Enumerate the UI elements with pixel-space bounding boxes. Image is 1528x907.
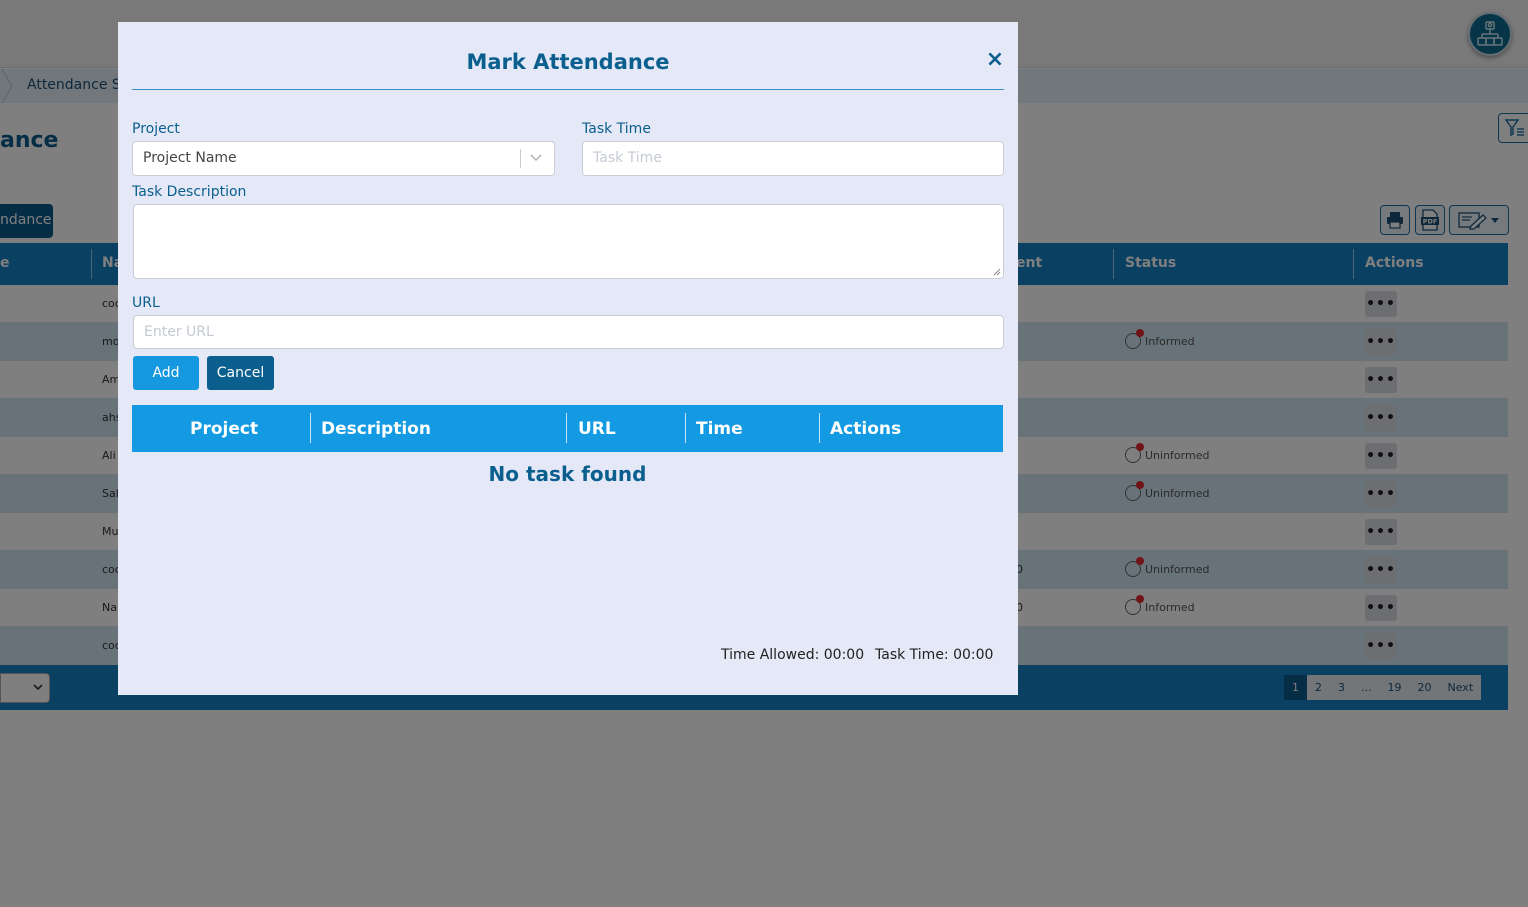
column-divider xyxy=(685,413,686,443)
url-placeholder: Enter URL xyxy=(144,324,214,340)
task-description-textarea[interactable] xyxy=(133,204,1004,279)
task-time-total: Task Time: 00:00 xyxy=(875,647,994,663)
chevron-down-icon[interactable] xyxy=(529,149,543,167)
task-table-header: Project Description URL Time Actions xyxy=(132,405,1003,452)
column-divider xyxy=(819,413,820,443)
mark-attendance-modal: Mark Attendance × Project Project Name T… xyxy=(118,22,1018,695)
column-divider xyxy=(566,413,567,443)
select-divider xyxy=(520,149,521,168)
empty-state-message: No task found xyxy=(488,462,647,486)
column-header-time[interactable]: Time xyxy=(696,419,743,439)
project-label: Project xyxy=(132,121,180,137)
task-description-label: Task Description xyxy=(132,184,247,200)
url-label: URL xyxy=(132,295,160,311)
add-task-button[interactable]: Add xyxy=(133,356,199,390)
column-header-description[interactable]: Description xyxy=(321,419,431,439)
time-allowed-total: Time Allowed: 00:00 xyxy=(721,647,865,663)
project-select-value: Project Name xyxy=(143,150,237,166)
column-divider xyxy=(310,413,311,443)
url-input[interactable]: Enter URL xyxy=(133,315,1004,349)
close-icon[interactable]: × xyxy=(984,48,1006,72)
column-header-url[interactable]: URL xyxy=(578,419,616,439)
resize-handle-icon[interactable] xyxy=(993,268,1001,276)
project-select[interactable]: Project Name xyxy=(132,141,555,176)
modal-title: Mark Attendance xyxy=(466,50,670,74)
task-time-label: Task Time xyxy=(582,121,651,137)
task-time-placeholder: Task Time xyxy=(593,150,662,166)
title-divider xyxy=(132,89,1004,90)
column-header-actions: Actions xyxy=(830,419,902,439)
task-time-input[interactable]: Task Time xyxy=(582,141,1004,176)
column-header-project[interactable]: Project xyxy=(190,419,258,439)
cancel-button[interactable]: Cancel xyxy=(207,356,274,390)
